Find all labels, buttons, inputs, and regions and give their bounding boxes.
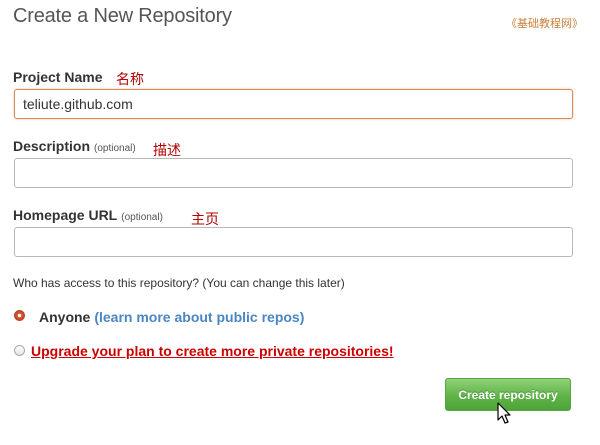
page-title: Create a New Repository [13, 5, 232, 27]
homepage-optional-text: (optional) [121, 212, 163, 223]
anyone-option: Anyone (learn more about public repos) [39, 309, 304, 325]
description-label-text: Description [13, 138, 91, 154]
description-annotation: 描述 [153, 142, 181, 158]
private-radio[interactable] [14, 345, 25, 356]
description-input[interactable] [14, 158, 573, 188]
project-name-input[interactable] [14, 89, 573, 119]
watermark: 《基础教程网》 [506, 18, 583, 30]
upgrade-plan-link[interactable]: Upgrade your plan to create more private… [31, 343, 394, 359]
project-name-annotation: 名称 [116, 71, 144, 87]
anyone-radio[interactable] [14, 310, 25, 321]
anyone-label: Anyone [39, 309, 91, 325]
homepage-annotation: 主页 [191, 211, 219, 227]
description-optional-text: (optional) [94, 143, 136, 154]
learn-more-link[interactable]: (learn more about public repos) [94, 309, 304, 325]
project-name-label: Project Name [13, 69, 102, 85]
homepage-url-input[interactable] [14, 227, 573, 257]
homepage-label: Homepage URL (optional) [13, 207, 163, 223]
access-question: Who has access to this repository? (You … [13, 276, 345, 290]
mouse-pointer-icon [497, 402, 511, 424]
homepage-label-text: Homepage URL [13, 207, 118, 223]
description-label: Description (optional) [13, 138, 136, 154]
project-name-label-text: Project Name [13, 69, 103, 85]
